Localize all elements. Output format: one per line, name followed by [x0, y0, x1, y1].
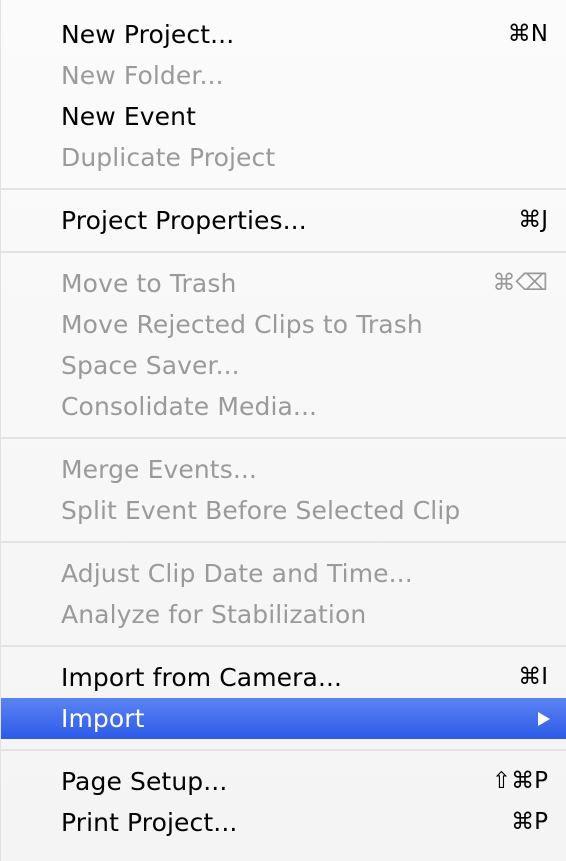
menu-item-label: Duplicate Project: [61, 143, 276, 172]
menu-item-label: Page Setup...: [61, 767, 228, 796]
file-menu: New Project... ⌘N New Folder... New Even…: [0, 0, 566, 861]
menu-item-label: Move Rejected Clips to Trash: [61, 310, 423, 339]
menu-item-shortcut: ⌘P: [511, 809, 548, 835]
menu-item-shortcut: ⌘N: [507, 21, 548, 47]
menu-item-label: Import from Camera...: [61, 663, 343, 692]
menu-item-shortcut: ⌘I: [518, 664, 548, 690]
menu-item-new-project[interactable]: New Project... ⌘N: [1, 14, 566, 55]
menu-item-import[interactable]: Import: [1, 698, 566, 739]
menu-item-label: Space Saver...: [61, 351, 240, 380]
menu-item-label: Import: [61, 704, 145, 733]
menu-separator: [1, 241, 566, 263]
submenu-arrow-icon: [538, 712, 550, 726]
menu-item-project-properties[interactable]: Project Properties... ⌘J: [1, 200, 566, 241]
menu-item-print-project[interactable]: Print Project... ⌘P: [1, 802, 566, 843]
menu-item-label: Project Properties...: [61, 206, 307, 235]
menu-item-label: Move to Trash: [61, 269, 237, 298]
menu-item-label: Print Project...: [61, 808, 238, 837]
menu-item-page-setup[interactable]: Page Setup... ⇧⌘P: [1, 761, 566, 802]
menu-item-split-event: Split Event Before Selected Clip: [1, 490, 566, 531]
menu-item-label: New Folder...: [61, 61, 224, 90]
menu-item-label: Split Event Before Selected Clip: [61, 496, 461, 525]
menu-item-move-to-trash: Move to Trash ⌘⌫: [1, 263, 566, 304]
menu-item-shortcut: ⌘J: [518, 207, 548, 233]
menu-item-move-rejected-clips-to-trash: Move Rejected Clips to Trash: [1, 304, 566, 345]
menu-item-space-saver: Space Saver...: [1, 345, 566, 386]
menu-item-shortcut: ⌘⌫: [492, 270, 548, 296]
menu-item-adjust-clip-date: Adjust Clip Date and Time...: [1, 553, 566, 594]
menu-item-label: New Event: [61, 102, 196, 131]
menu-item-shortcut: ⇧⌘P: [491, 768, 548, 794]
menu-separator: [1, 178, 566, 200]
menu-item-analyze-stabilization: Analyze for Stabilization: [1, 594, 566, 635]
menu-item-new-event[interactable]: New Event: [1, 96, 566, 137]
menu-separator: [1, 531, 566, 553]
menu-item-label: Analyze for Stabilization: [61, 600, 367, 629]
menu-item-consolidate-media: Consolidate Media...: [1, 386, 566, 427]
menu-item-new-folder: New Folder...: [1, 55, 566, 96]
menu-separator: [1, 427, 566, 449]
menu-item-label: Consolidate Media...: [61, 392, 318, 421]
menu-item-merge-events: Merge Events...: [1, 449, 566, 490]
menu-item-duplicate-project: Duplicate Project: [1, 137, 566, 178]
menu-separator: [1, 739, 566, 761]
menu-item-import-from-camera[interactable]: Import from Camera... ⌘I: [1, 657, 566, 698]
menu-separator: [1, 635, 566, 657]
menu-item-label: Merge Events...: [61, 455, 257, 484]
menu-item-label: New Project...: [61, 20, 235, 49]
menu-item-label: Adjust Clip Date and Time...: [61, 559, 413, 588]
